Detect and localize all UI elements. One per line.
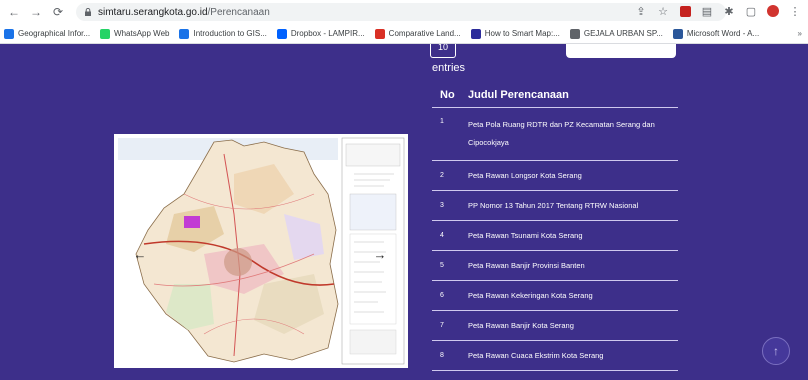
page-content: 10 entries LAUT JAWA bbox=[0, 44, 808, 380]
table-row[interactable]: 4 Peta Rawan Tsunami Kota Serang bbox=[432, 221, 678, 251]
lock-icon bbox=[85, 8, 91, 16]
bookmarks-overflow-icon[interactable]: » bbox=[798, 29, 802, 38]
row-title-link[interactable]: Peta Pola Ruang RDTR dan PZ Kecamatan Se… bbox=[460, 108, 670, 160]
entries-per-page-select[interactable]: 10 bbox=[430, 44, 456, 58]
url-path: /Perencanaan bbox=[207, 6, 270, 18]
carousel-next-button[interactable]: → bbox=[372, 246, 388, 262]
bookmark-label: Microsoft Word - A... bbox=[686, 29, 760, 38]
bookmark-item[interactable]: GEJALA URBAN SP... bbox=[569, 28, 663, 39]
star-icon[interactable]: ☆ bbox=[656, 4, 670, 18]
row-title-link[interactable]: Peta Rawan Tsunami Kota Serang bbox=[460, 224, 670, 248]
table-row[interactable]: 3 PP Nomor 13 Tahun 2017 Tentang RTRW Nas… bbox=[432, 191, 678, 221]
bookmark-label: Introduction to GIS... bbox=[193, 29, 267, 38]
row-number: 8 bbox=[440, 352, 444, 359]
table-body: 1 Peta Pola Ruang RDTR dan PZ Kecamatan S… bbox=[432, 108, 678, 371]
menu-icon[interactable]: ⋮ bbox=[788, 4, 802, 18]
table-row[interactable]: 8 Peta Rawan Cuaca Ekstrim Kota Serang bbox=[432, 341, 678, 371]
bookmark-label: Comparative Land... bbox=[388, 29, 461, 38]
url-text: simtaru.serangkota.go.id/Perencanaan bbox=[98, 7, 270, 18]
row-number: 4 bbox=[440, 232, 444, 239]
bookmark-favicon-icon bbox=[672, 28, 683, 39]
row-number: 7 bbox=[440, 322, 444, 329]
map-carousel: LAUT JAWA bbox=[114, 134, 408, 368]
bookmark-item[interactable]: Comparative Land... bbox=[374, 28, 461, 39]
table-row[interactable]: 7 Peta Rawan Banjir Kota Serang bbox=[432, 311, 678, 341]
row-number: 6 bbox=[440, 292, 444, 299]
extension-icon[interactable] bbox=[678, 4, 692, 18]
address-bar[interactable]: simtaru.serangkota.go.id/Perencanaan bbox=[76, 3, 726, 21]
bookmarks-bar: Geographical Infor... WhatsApp Web Introdu… bbox=[0, 24, 808, 44]
column-header-no[interactable]: No bbox=[432, 89, 460, 101]
table-header: No Judul Perencanaan bbox=[432, 82, 678, 108]
row-title-link[interactable]: Peta Rawan Cuaca Ekstrim Kota Serang bbox=[460, 344, 670, 368]
table-row[interactable]: 6 Peta Rawan Kekeringan Kota Serang bbox=[432, 281, 678, 311]
bookmark-favicon-icon bbox=[374, 28, 385, 39]
table-row[interactable]: 1 Peta Pola Ruang RDTR dan PZ Kecamatan S… bbox=[432, 108, 678, 161]
url-host: simtaru.serangkota.go.id bbox=[98, 6, 208, 18]
row-number: 2 bbox=[440, 172, 444, 179]
search-input[interactable] bbox=[566, 44, 676, 58]
bookmark-label: Dropbox - LAMPIR... bbox=[290, 29, 365, 38]
table-row[interactable]: 5 Peta Rawan Banjir Provinsi Banten bbox=[432, 251, 678, 281]
back-icon[interactable]: ← bbox=[6, 4, 22, 20]
row-title-link[interactable]: Peta Rawan Banjir Provinsi Banten bbox=[460, 254, 670, 278]
row-number: 1 bbox=[440, 118, 444, 125]
map-image: LAUT JAWA bbox=[114, 134, 408, 368]
bookmark-favicon-icon bbox=[4, 28, 14, 39]
row-title-link[interactable]: Peta Rawan Longsor Kota Serang bbox=[460, 164, 670, 188]
bookmark-item[interactable]: Dropbox - LAMPIR... bbox=[276, 28, 365, 39]
row-number: 5 bbox=[440, 262, 444, 269]
row-number: 3 bbox=[440, 202, 444, 209]
carousel-prev-button[interactable]: ← bbox=[132, 246, 148, 262]
browser-toolbar: ← → ⟳ simtaru.serangkota.go.id/Perencana… bbox=[0, 0, 808, 24]
row-title-link[interactable]: Peta Rawan Kekeringan Kota Serang bbox=[460, 284, 670, 308]
scroll-to-top-button[interactable]: ↑ bbox=[762, 337, 790, 365]
bookmark-favicon-icon bbox=[179, 28, 190, 39]
bookmark-label: GEJALA URBAN SP... bbox=[583, 29, 663, 38]
bookmark-favicon-icon bbox=[276, 28, 287, 39]
forward-icon[interactable]: → bbox=[28, 4, 44, 20]
planning-table: No Judul Perencanaan 1 Peta Pola Ruang RD… bbox=[432, 82, 678, 371]
sidebar-icon[interactable]: ▤ bbox=[700, 4, 714, 18]
entries-label: entries bbox=[432, 62, 466, 74]
bookmark-favicon-icon bbox=[569, 28, 580, 39]
bookmark-favicon-icon bbox=[470, 28, 481, 39]
profile-icon[interactable] bbox=[766, 4, 780, 18]
share-icon[interactable]: ⇪ bbox=[634, 4, 648, 18]
row-title-link[interactable]: Peta Rawan Banjir Kota Serang bbox=[460, 314, 670, 338]
bookmark-item[interactable]: Geographical Infor... bbox=[4, 28, 91, 39]
reload-icon[interactable]: ⟳ bbox=[50, 4, 66, 20]
window-icon[interactable]: ▢ bbox=[744, 4, 758, 18]
bookmark-item[interactable]: Introduction to GIS... bbox=[179, 28, 267, 39]
table-row[interactable]: 2 Peta Rawan Longsor Kota Serang bbox=[432, 161, 678, 191]
bookmark-label: Geographical Infor... bbox=[18, 29, 91, 38]
bookmark-item[interactable]: WhatsApp Web bbox=[100, 28, 170, 39]
bookmark-favicon-icon bbox=[100, 28, 111, 39]
toolbar-actions: ⇪ ☆ ▤ ✱ ▢ ⋮ bbox=[634, 4, 802, 18]
bookmark-label: WhatsApp Web bbox=[114, 29, 170, 38]
column-header-title[interactable]: Judul Perencanaan bbox=[460, 89, 569, 101]
puzzle-icon[interactable]: ✱ bbox=[722, 4, 736, 18]
bookmark-label: How to Smart Map:... bbox=[484, 29, 560, 38]
bookmark-item[interactable]: Microsoft Word - A... bbox=[672, 28, 760, 39]
row-title-link[interactable]: PP Nomor 13 Tahun 2017 Tentang RTRW Nasi… bbox=[460, 194, 670, 218]
bookmark-item[interactable]: How to Smart Map:... bbox=[470, 28, 560, 39]
